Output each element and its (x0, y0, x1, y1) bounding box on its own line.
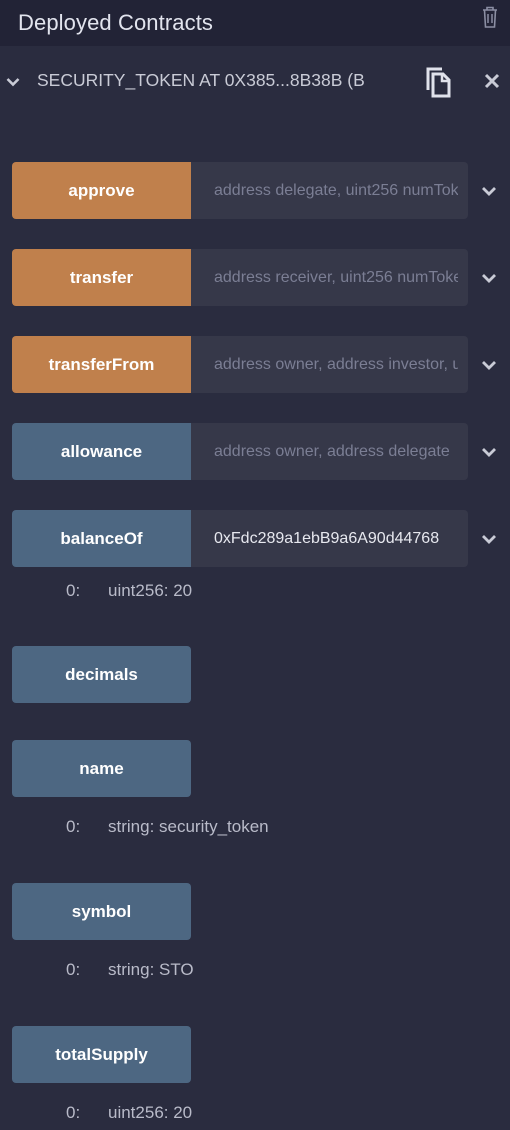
function-row-decimals: decimals (12, 646, 510, 703)
name-result: 0: string: security_token (66, 817, 269, 837)
balanceof-result: 0: uint256: 20 (66, 581, 192, 601)
trash-icon[interactable] (481, 5, 499, 29)
chevron-down-icon (482, 186, 496, 196)
transferfrom-button[interactable]: transferFrom (12, 336, 191, 393)
contract-instance-row[interactable]: SECURITY_TOKEN AT 0X385...8B38B (B (0, 46, 510, 120)
balanceof-params-input[interactable] (191, 510, 468, 567)
chevron-down-icon[interactable] (6, 76, 20, 88)
result-index: 0: (66, 581, 81, 600)
contract-instance-label[interactable]: SECURITY_TOKEN AT 0X385...8B38B (B (37, 70, 407, 91)
function-row-name: name (12, 740, 510, 797)
allowance-expand-toggle[interactable] (468, 423, 510, 480)
result-value: uint256: 20 (108, 581, 193, 600)
result-index: 0: (66, 1103, 81, 1122)
function-row-symbol: symbol (12, 883, 510, 940)
result-value: string: STO (108, 960, 194, 979)
transferfrom-params-input[interactable] (191, 336, 468, 393)
balanceof-expand-toggle[interactable] (468, 510, 510, 567)
allowance-button[interactable]: allowance (12, 423, 191, 480)
chevron-down-icon (482, 360, 496, 370)
function-row-transferfrom: transferFrom (12, 336, 510, 393)
chevron-down-icon (482, 447, 496, 457)
decimals-button[interactable]: decimals (12, 646, 191, 703)
approve-button[interactable]: approve (12, 162, 191, 219)
function-row-transfer: transfer (12, 249, 510, 306)
approve-params-input[interactable] (191, 162, 468, 219)
allowance-params-input[interactable] (191, 423, 468, 480)
approve-expand-toggle[interactable] (468, 162, 510, 219)
name-button[interactable]: name (12, 740, 191, 797)
deployed-contracts-header: Deployed Contracts (0, 0, 510, 46)
totalsupply-button[interactable]: totalSupply (12, 1026, 191, 1083)
chevron-down-icon (482, 534, 496, 544)
chevron-down-icon (482, 273, 496, 283)
balanceof-button[interactable]: balanceOf (12, 510, 191, 567)
section-title: Deployed Contracts (18, 10, 214, 35)
transferfrom-expand-toggle[interactable] (468, 336, 510, 393)
result-index: 0: (66, 817, 81, 836)
symbol-result: 0: string: STO (66, 960, 194, 980)
result-value: string: security_token (108, 817, 269, 836)
transfer-expand-toggle[interactable] (468, 249, 510, 306)
result-index: 0: (66, 960, 81, 979)
transfer-params-input[interactable] (191, 249, 468, 306)
function-row-totalsupply: totalSupply (12, 1026, 510, 1083)
result-value: uint256: 20 (108, 1103, 193, 1122)
copy-icon[interactable] (424, 66, 452, 98)
close-icon[interactable] (484, 73, 500, 89)
symbol-button[interactable]: symbol (12, 883, 191, 940)
transfer-button[interactable]: transfer (12, 249, 191, 306)
totalsupply-result: 0: uint256: 20 (66, 1103, 192, 1123)
function-row-balanceof: balanceOf (12, 510, 510, 567)
function-row-allowance: allowance (12, 423, 510, 480)
function-row-approve: approve (12, 162, 510, 219)
